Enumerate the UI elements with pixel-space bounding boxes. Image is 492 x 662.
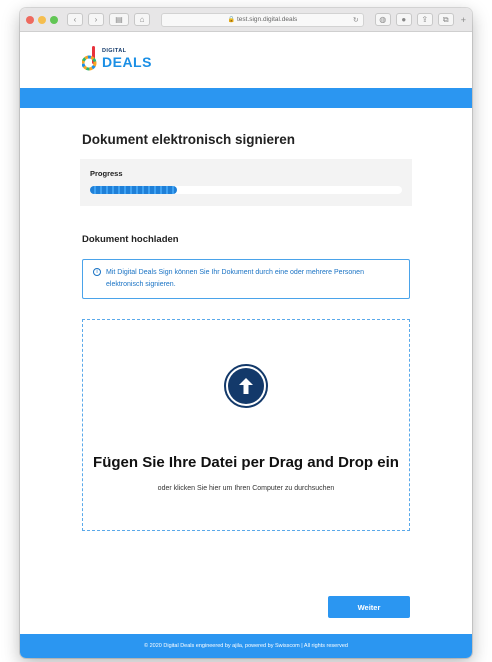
dropzone-title: Fügen Sie Ihre Datei per Drag and Drop e…: [93, 454, 399, 471]
section-title: Dokument hochladen: [82, 234, 179, 245]
logo-text: DIGITAL DEALS: [102, 49, 152, 69]
next-button[interactable]: Weiter: [328, 596, 410, 618]
upload-icon[interactable]: [224, 364, 268, 408]
digital-deals-logo[interactable]: DIGITAL DEALS: [82, 46, 152, 72]
footer-text: © 2020 Digital Deals engineered by ajila…: [144, 643, 348, 649]
progress-label: Progress: [90, 169, 123, 178]
reload-icon[interactable]: ↻: [353, 16, 359, 24]
info-text: Mit Digital Deals Sign können Sie Ihr Do…: [106, 269, 364, 288]
header-band: [20, 88, 472, 108]
main-content: Dokument elektronisch signieren Progress…: [20, 108, 472, 531]
address-bar[interactable]: 🔒 test.sign.digital.deals ↻: [161, 12, 364, 27]
file-dropzone[interactable]: Fügen Sie Ihre Datei per Drag and Drop e…: [82, 319, 410, 531]
lock-icon: 🔒: [227, 17, 235, 23]
browser-window: ‹ › ▤ ⌂ 🔒 test.sign.digital.deals ↻ ◍ ● …: [20, 8, 472, 658]
logo-mark-icon: [82, 46, 97, 71]
close-window-button[interactable]: [26, 15, 34, 24]
progress-panel: Progress: [80, 159, 412, 206]
back-icon[interactable]: ‹: [67, 13, 83, 26]
extension-icon[interactable]: ●: [395, 13, 412, 26]
site-footer: © 2020 Digital Deals engineered by ajila…: [20, 634, 472, 658]
progress-track: [90, 186, 402, 194]
shield-icon[interactable]: ◍: [374, 13, 391, 26]
new-tab-icon[interactable]: +: [461, 15, 466, 25]
home-icon[interactable]: ⌂: [134, 13, 150, 26]
sidebar-icon[interactable]: ▤: [109, 13, 129, 26]
browser-titlebar: ‹ › ▤ ⌂ 🔒 test.sign.digital.deals ↻ ◍ ● …: [20, 8, 472, 32]
progress-fill: [90, 186, 178, 194]
window-controls: [26, 15, 58, 24]
logo-deals-text: DEALS: [102, 53, 152, 70]
toolbar-right: ◍ ● ⇪ ⧉ +: [374, 13, 466, 26]
site-header: DIGITAL DEALS: [20, 32, 472, 88]
info-box: i Mit Digital Deals Sign können Sie Ihr …: [82, 259, 410, 299]
upload-arrow-icon: [228, 368, 264, 404]
dropzone-browse-link[interactable]: oder klicken Sie hier um Ihren Computer …: [158, 485, 335, 492]
forward-icon[interactable]: ›: [88, 13, 104, 26]
arrow-up-icon: [239, 378, 253, 394]
zoom-window-button[interactable]: [50, 15, 58, 24]
share-icon[interactable]: ⇪: [416, 13, 433, 26]
minimize-window-button[interactable]: [38, 15, 46, 24]
page-title: Dokument elektronisch signieren: [82, 132, 296, 147]
info-icon: i: [93, 268, 101, 276]
tabs-icon[interactable]: ⧉: [437, 13, 454, 26]
address-url: test.sign.digital.deals: [236, 16, 298, 23]
